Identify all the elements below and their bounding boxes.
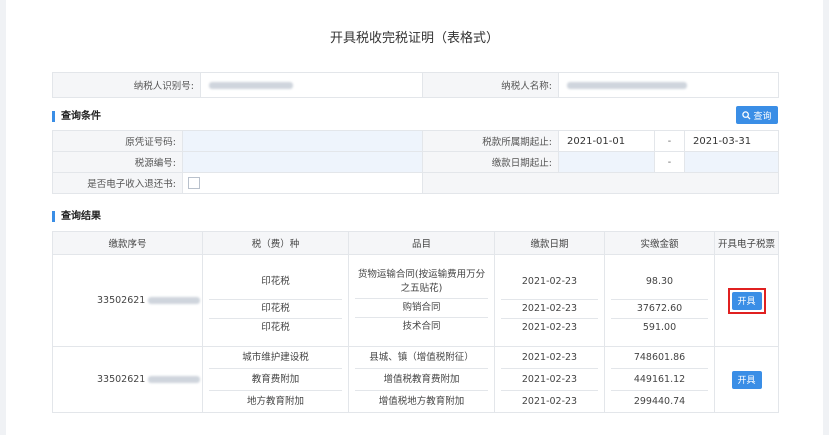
taxpayer-id-label: 纳税人识别号: [52,72,201,98]
original-cert-input[interactable] [182,130,423,152]
payment-date-end-input[interactable] [684,151,779,173]
taxpayer-info-table: 纳税人识别号: 纳税人名称: [52,72,779,98]
tax-type-cell: 城市维护建设税 教育费附加 地方教育附加 [202,346,349,413]
tax-period-end-input[interactable]: 2021-03-31 [684,130,779,152]
serial-cell: 33502621 [52,346,203,413]
col-amount: 实缴金额 [604,231,715,255]
query-button[interactable]: 查询 [736,106,778,124]
highlight-box: 开具 [727,287,766,314]
col-item: 品目 [348,231,495,255]
item-cell: 货物运输合同(按运输费用万分之五贴花) 购销合同 技术合同 [348,254,495,347]
tax-period-start-input[interactable]: 2021-01-01 [558,130,655,152]
page-title: 开具税收完税证明（表格式） [329,31,499,46]
taxpayer-name-value [558,72,779,98]
col-tax-type: 税（费）种 [202,231,349,255]
item-cell: 县城、镇（增值税附征） 增值税教育费附加 增值税地方教育附加 [348,346,495,413]
payment-date-start-input[interactable] [558,151,655,173]
tax-period-separator: - [654,130,685,152]
col-date: 缴款日期 [494,231,605,255]
tax-period-label: 税款所属期起止: [422,130,559,152]
query-button-label: 查询 [753,111,772,122]
date-cell: 2021-02-23 2021-02-23 2021-02-23 [494,254,605,347]
col-issue: 开具电子税票 [714,231,779,255]
taxpayer-id-value [200,72,423,98]
taxpayer-name-label: 纳税人名称: [422,72,559,98]
col-serial: 缴款序号 [52,231,203,255]
tax-source-label: 税源编号: [52,151,183,173]
table-row: 33502621 城市维护建设税 教育费附加 地方教育附加 县城、镇（增值税附征… [52,346,779,413]
payment-date-label: 缴款日期起止: [422,151,559,173]
query-results-heading: 查询结果 [52,211,101,222]
date-cell: 2021-02-23 2021-02-23 2021-02-23 [494,346,605,413]
issue-button[interactable]: 开具 [731,291,762,310]
table-row: 33502621 印花税 印花税 印花税 货物运输合同(按运输费用万分之五贴花)… [52,254,779,347]
results-table: 缴款序号 税（费）种 品目 缴款日期 实缴金额 开具电子税票 33502621 … [52,231,779,413]
issue-cell: 开具 [714,346,779,413]
tax-type-cell: 印花税 印花税 印花税 [202,254,349,347]
original-cert-label: 原凭证号码: [52,130,183,152]
refund-cell [182,172,423,194]
tax-source-input[interactable] [182,151,423,173]
query-conditions-table: 原凭证号码: 税款所属期起止: 2021-01-01 - 2021-03-31 … [52,130,779,194]
amount-cell: 98.30 37672.60 591.00 [604,254,715,347]
issue-button[interactable]: 开具 [731,370,762,389]
main-panel: 开具税收完税证明（表格式） 纳税人识别号: 纳税人名称: 查询条件 查询 原凭证… [6,0,823,435]
issue-cell: 开具 [714,254,779,347]
empty-cell [422,172,779,194]
refund-label: 是否电子收入退还书: [52,172,183,194]
query-conditions-heading: 查询条件 [52,111,101,122]
payment-date-separator: - [654,151,685,173]
amount-cell: 748601.86 449161.12 299440.74 [604,346,715,413]
refund-checkbox[interactable] [188,177,200,189]
serial-cell: 33502621 [52,254,203,347]
search-icon [742,110,752,120]
